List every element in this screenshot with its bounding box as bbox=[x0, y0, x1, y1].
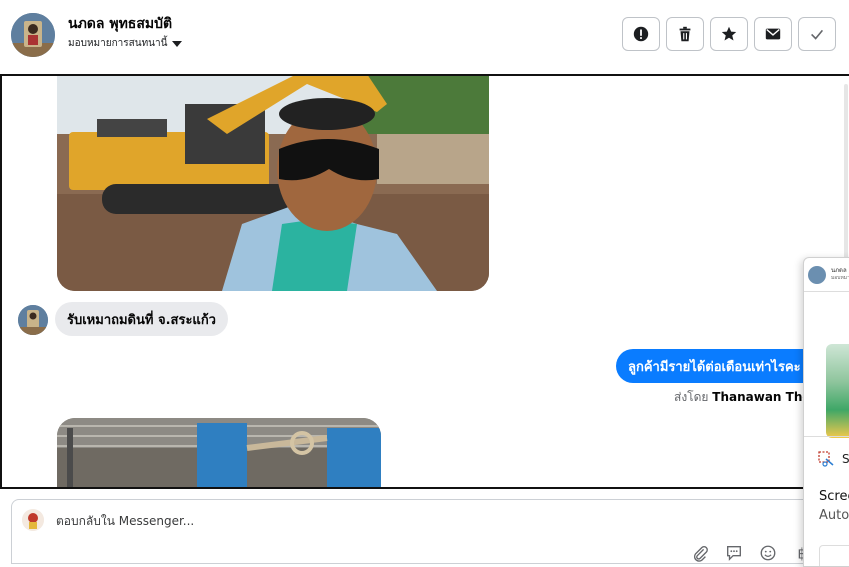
conversation-actions bbox=[622, 17, 836, 51]
chat-bubble-icon bbox=[727, 546, 741, 561]
photo-message-excavator[interactable] bbox=[57, 76, 489, 291]
overlay-snip-label: S bbox=[842, 452, 849, 466]
emoji-button[interactable] bbox=[758, 544, 778, 562]
reply-composer: ฿ bbox=[11, 499, 849, 564]
page-avatar bbox=[22, 509, 44, 531]
overlay-subtitle: Auto bbox=[819, 508, 849, 523]
overlay-mini-sub: มอบหมาย bbox=[831, 275, 849, 281]
screenshot-overlay-panel[interactable]: นภดล มอบหมาย S Scree Auto bbox=[803, 257, 849, 567]
assign-conversation-dropdown[interactable]: มอบหมายการสนทนานี้ bbox=[68, 36, 183, 51]
photo-message-machine[interactable] bbox=[57, 418, 381, 487]
paperclip-icon bbox=[693, 546, 708, 562]
envelope-icon bbox=[765, 28, 781, 40]
contact-name[interactable]: นภดล พุทธสมบัติ bbox=[68, 13, 172, 35]
overlay-preview-header: นภดล มอบหมาย bbox=[804, 258, 849, 292]
saved-replies-button[interactable] bbox=[724, 544, 744, 562]
follow-up-button[interactable] bbox=[710, 17, 748, 51]
caret-down-icon bbox=[172, 40, 183, 47]
assign-label: มอบหมายการสนทนานี้ bbox=[68, 38, 168, 49]
delete-button[interactable] bbox=[666, 17, 704, 51]
reply-input[interactable] bbox=[56, 514, 756, 528]
message-thread[interactable]: รับเหมาถมดินที่ จ.สระแก้ว ลูกค้ามีรายได้… bbox=[0, 74, 849, 489]
incoming-message-bubble[interactable]: รับเหมาถมดินที่ จ.สระแก้ว bbox=[55, 302, 228, 336]
check-icon bbox=[811, 29, 824, 40]
attach-button[interactable] bbox=[690, 544, 710, 562]
mark-spam-button[interactable] bbox=[622, 17, 660, 51]
sent-by-label: ส่งโดย Thanawan Thon bbox=[674, 388, 819, 407]
overlay-thumbnail[interactable] bbox=[826, 344, 849, 438]
star-icon bbox=[721, 26, 737, 41]
overlay-divider bbox=[804, 436, 849, 437]
emoji-icon bbox=[760, 545, 776, 561]
alert-icon bbox=[633, 26, 649, 42]
trash-icon bbox=[679, 26, 691, 42]
overlay-avatar bbox=[808, 266, 826, 284]
mark-unread-button[interactable] bbox=[754, 17, 792, 51]
snip-icon bbox=[818, 451, 834, 467]
reply-tools: ฿ bbox=[690, 544, 812, 562]
conversation-header: นภดล พุทธสมบัติ มอบหมายการสนทนานี้ bbox=[0, 0, 849, 74]
sent-by-prefix: ส่งโดย bbox=[674, 390, 709, 404]
contact-avatar-small bbox=[18, 305, 48, 335]
contact-avatar[interactable] bbox=[11, 13, 55, 57]
mark-done-button[interactable] bbox=[798, 17, 836, 51]
overlay-title: Scree bbox=[819, 489, 849, 504]
